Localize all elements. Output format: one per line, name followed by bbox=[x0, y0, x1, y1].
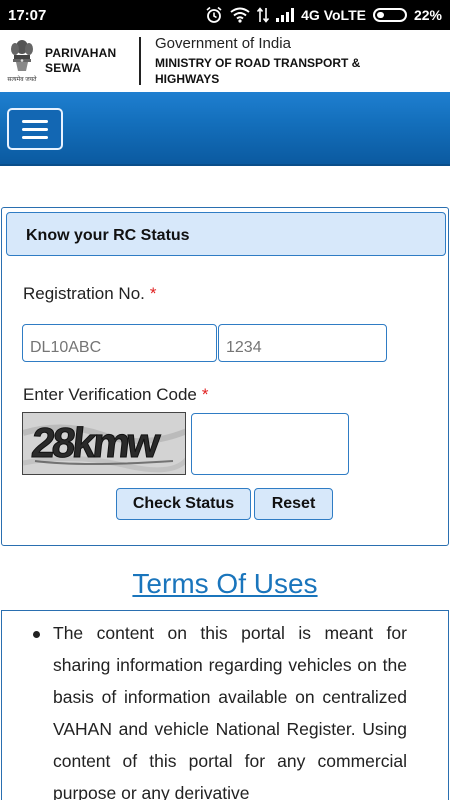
registration-label: Registration No. * bbox=[23, 284, 157, 304]
signal-icon bbox=[276, 8, 295, 22]
ministry-line-1: MINISTRY OF ROAD TRANSPORT & bbox=[155, 56, 361, 70]
menu-bar-icon bbox=[22, 119, 48, 123]
status-icons: 4G VoLTE 22% bbox=[205, 6, 442, 24]
verification-label-text: Enter Verification Code bbox=[23, 385, 197, 404]
wifi-icon bbox=[230, 7, 250, 23]
ministry-line-2: HIGHWAYS bbox=[155, 72, 220, 86]
status-bar: 17:07 4G VoLTE 22% bbox=[0, 0, 450, 30]
registration-series-input[interactable] bbox=[22, 324, 217, 362]
data-arrows-icon bbox=[257, 7, 270, 23]
national-emblem: सत्यमेव जयते bbox=[7, 38, 37, 84]
captcha-image: 28kmw bbox=[22, 412, 186, 475]
bullet-icon bbox=[33, 631, 40, 638]
lion-capital-icon bbox=[11, 40, 33, 71]
header-divider bbox=[139, 37, 141, 85]
terms-item: The content on this portal is meant for … bbox=[53, 623, 407, 800]
required-mark: * bbox=[149, 284, 157, 303]
menu-bar-icon bbox=[22, 135, 48, 139]
alarm-icon bbox=[205, 6, 223, 24]
site-header: सत्यमेव जयते PARIVAHAN SEWA Government o… bbox=[0, 30, 450, 92]
menu-bar-icon bbox=[22, 127, 48, 131]
network-type: 4G VoLTE bbox=[301, 7, 366, 23]
gov-of-india: Government of India bbox=[155, 35, 291, 52]
captcha-text: 28kmw bbox=[29, 419, 162, 466]
emblem-motto: सत्यमेव जयते bbox=[7, 77, 37, 83]
verification-label: Enter Verification Code * bbox=[23, 385, 209, 405]
rc-status-title: Know your RC Status bbox=[6, 212, 446, 256]
required-mark: * bbox=[201, 385, 209, 404]
brand-line-2: SEWA bbox=[45, 61, 82, 75]
battery-percent: 22% bbox=[413, 7, 442, 23]
ministry-title: Government of India MINISTRY OF ROAD TRA… bbox=[155, 35, 360, 87]
verification-code-input[interactable] bbox=[191, 413, 349, 475]
registration-number-input[interactable] bbox=[218, 324, 387, 362]
nav-bar bbox=[0, 92, 450, 166]
reset-button[interactable]: Reset bbox=[254, 488, 333, 520]
brand-line-1: PARIVAHAN bbox=[45, 46, 117, 60]
hamburger-menu-button[interactable] bbox=[7, 108, 63, 150]
terms-title[interactable]: Terms Of Uses bbox=[0, 568, 450, 600]
terms-box: The content on this portal is meant for … bbox=[1, 610, 449, 800]
battery-icon bbox=[372, 8, 407, 22]
status-time: 17:07 bbox=[8, 6, 47, 24]
ministry-name: MINISTRY OF ROAD TRANSPORT & HIGHWAYS bbox=[155, 55, 360, 87]
check-status-button[interactable]: Check Status bbox=[116, 488, 251, 520]
brand-name[interactable]: PARIVAHAN SEWA bbox=[45, 46, 133, 76]
registration-label-text: Registration No. bbox=[23, 284, 145, 303]
